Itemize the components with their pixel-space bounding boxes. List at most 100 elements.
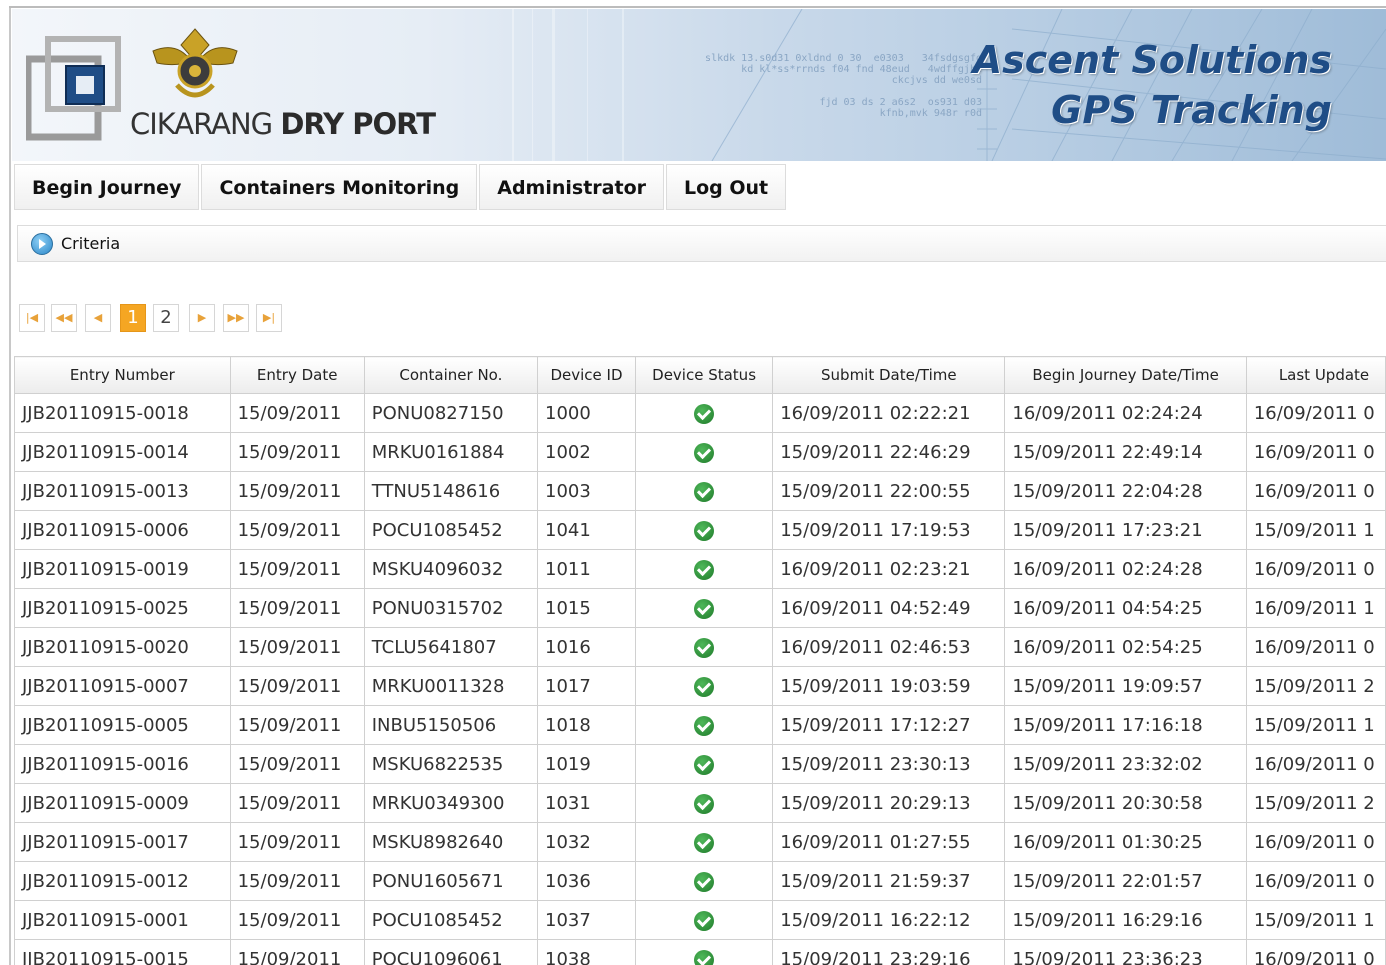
table-row[interactable]: JJB20110915-0005 15/09/2011 INBU5150506 101… — [14, 705, 1386, 745]
cell-container-no: MRKU0011328 — [363, 666, 539, 706]
check-circle-icon — [694, 949, 715, 965]
cell-last-update: 16/09/2011 0 — [1245, 744, 1386, 784]
cell-last-update: 16/09/2011 0 — [1245, 861, 1386, 901]
nav-log-out[interactable]: Log Out — [666, 164, 787, 210]
cell-entry-date: 15/09/2011 — [229, 822, 365, 862]
col-entry-date[interactable]: Entry Date — [229, 356, 365, 394]
cell-begin-journey-datetime: 15/09/2011 17:16:18 — [1004, 705, 1247, 745]
cell-device-status — [634, 822, 774, 862]
nav-administrator[interactable]: Administrator — [479, 164, 664, 210]
table-row[interactable]: JJB20110915-0016 15/09/2011 MSKU6822535 101… — [14, 744, 1386, 784]
cell-submit-datetime: 16/09/2011 04:52:49 — [772, 588, 1006, 628]
cell-begin-journey-datetime: 15/09/2011 19:09:57 — [1004, 666, 1247, 706]
cell-device-status — [634, 705, 774, 745]
col-begin-journey-datetime[interactable]: Begin Journey Date/Time — [1004, 356, 1247, 394]
cell-device-id: 1015 — [537, 588, 636, 628]
check-circle-icon — [694, 871, 715, 892]
cell-submit-datetime: 16/09/2011 02:23:21 — [772, 549, 1006, 589]
page-2-button[interactable]: 2 — [153, 304, 179, 332]
cell-device-id: 1011 — [537, 549, 636, 589]
cell-submit-datetime: 16/09/2011 02:46:53 — [772, 627, 1006, 667]
table-row[interactable]: JJB20110915-0019 15/09/2011 MSKU4096032 101… — [14, 549, 1386, 589]
next-page-button[interactable]: ▶ — [189, 304, 215, 332]
cell-device-status — [634, 744, 774, 784]
cell-container-no: PONU0827150 — [363, 393, 539, 433]
cell-begin-journey-datetime: 16/09/2011 02:24:24 — [1004, 393, 1247, 433]
cell-submit-datetime: 15/09/2011 16:22:12 — [772, 900, 1006, 940]
table-row[interactable]: JJB20110915-0015 15/09/2011 POCU1096061 103… — [14, 939, 1386, 965]
cell-device-id: 1017 — [537, 666, 636, 706]
cell-device-id: 1016 — [537, 627, 636, 667]
header-banner: slkdk 13.s0d31 0xldnd 0 30 e0303 34fsdgs… — [12, 9, 1386, 161]
cell-entry-number: JJB20110915-0017 — [14, 822, 231, 862]
table-row[interactable]: JJB20110915-0009 15/09/2011 MRKU0349300 103… — [14, 783, 1386, 823]
col-device-id[interactable]: Device ID — [537, 356, 636, 394]
brand-name-bold: DRY PORT — [280, 107, 436, 141]
cell-submit-datetime: 15/09/2011 17:12:27 — [772, 705, 1006, 745]
cell-submit-datetime: 15/09/2011 21:59:37 — [772, 861, 1006, 901]
cell-begin-journey-datetime: 16/09/2011 04:54:25 — [1004, 588, 1247, 628]
nav-begin-journey[interactable]: Begin Journey — [14, 164, 200, 210]
check-circle-icon — [694, 754, 715, 775]
cell-container-no: MSKU6822535 — [363, 744, 539, 784]
cell-entry-number: JJB20110915-0007 — [14, 666, 231, 706]
cell-device-status — [634, 471, 774, 511]
col-submit-datetime[interactable]: Submit Date/Time — [772, 356, 1006, 394]
cell-container-no: PONU0315702 — [363, 588, 539, 628]
cell-entry-number: JJB20110915-0006 — [14, 510, 231, 550]
cell-begin-journey-datetime: 15/09/2011 20:30:58 — [1004, 783, 1247, 823]
cell-entry-date: 15/09/2011 — [229, 939, 365, 965]
cell-entry-date: 15/09/2011 — [229, 588, 365, 628]
col-entry-number[interactable]: Entry Number — [14, 356, 231, 394]
cell-device-status — [634, 939, 774, 965]
col-last-update[interactable]: Last Update — [1245, 356, 1386, 394]
table-row[interactable]: JJB20110915-0020 15/09/2011 TCLU5641807 101… — [14, 627, 1386, 667]
prev-page-button[interactable]: ◀ — [85, 304, 111, 332]
company-title: Ascent Solutions GPS Tracking — [973, 35, 1332, 135]
brand-name: CIKARANG DRY PORT — [130, 107, 436, 141]
check-circle-icon — [694, 598, 715, 619]
cell-device-status — [634, 588, 774, 628]
nav-containers-monitoring[interactable]: Containers Monitoring — [201, 164, 478, 210]
table-row[interactable]: JJB20110915-0017 15/09/2011 MSKU8982640 103… — [14, 822, 1386, 862]
prev-group-button[interactable]: ◀◀ — [51, 304, 77, 332]
table-row[interactable]: JJB20110915-0018 15/09/2011 PONU0827150 100… — [14, 393, 1386, 433]
logo-square-icon — [26, 36, 121, 141]
check-circle-icon — [694, 715, 715, 736]
cell-entry-number: JJB20110915-0012 — [14, 861, 231, 901]
cell-entry-number: JJB20110915-0020 — [14, 627, 231, 667]
cell-begin-journey-datetime: 15/09/2011 22:04:28 — [1004, 471, 1247, 511]
table-row[interactable]: JJB20110915-0025 15/09/2011 PONU0315702 101… — [14, 588, 1386, 628]
first-page-button[interactable]: |◀ — [19, 304, 45, 332]
criteria-label: Criteria — [61, 234, 121, 253]
table-row[interactable]: JJB20110915-0001 15/09/2011 POCU1085452 103… — [14, 900, 1386, 940]
criteria-panel[interactable]: Criteria — [17, 225, 1386, 262]
page-1-button[interactable]: 1 — [120, 304, 146, 332]
table-row[interactable]: JJB20110915-0014 15/09/2011 MRKU0161884 100… — [14, 432, 1386, 472]
cell-device-id: 1032 — [537, 822, 636, 862]
cell-device-status — [634, 666, 774, 706]
cell-entry-date: 15/09/2011 — [229, 900, 365, 940]
last-page-button[interactable]: ▶| — [256, 304, 282, 332]
cell-device-status — [634, 432, 774, 472]
cell-device-id: 1037 — [537, 900, 636, 940]
table-row[interactable]: JJB20110915-0013 15/09/2011 TTNU5148616 100… — [14, 471, 1386, 511]
next-group-button[interactable]: ▶▶ — [223, 304, 249, 332]
table-row[interactable]: JJB20110915-0007 15/09/2011 MRKU0011328 101… — [14, 666, 1386, 706]
cell-entry-number: JJB20110915-0025 — [14, 588, 231, 628]
company-title-line2: GPS Tracking — [1051, 88, 1332, 132]
main-nav: Begin Journey Containers Monitoring Admi… — [14, 164, 788, 210]
col-device-status[interactable]: Device Status — [634, 356, 774, 394]
cell-entry-number: JJB20110915-0016 — [14, 744, 231, 784]
table-row[interactable]: JJB20110915-0012 15/09/2011 PONU1605671 103… — [14, 861, 1386, 901]
cell-submit-datetime: 15/09/2011 23:30:13 — [772, 744, 1006, 784]
table-row[interactable]: JJB20110915-0006 15/09/2011 POCU1085452 104… — [14, 510, 1386, 550]
crest-emblem-icon — [152, 28, 238, 98]
cell-entry-date: 15/09/2011 — [229, 705, 365, 745]
col-container-no[interactable]: Container No. — [363, 356, 539, 394]
cell-device-status — [634, 861, 774, 901]
cell-last-update: 16/09/2011 0 — [1245, 939, 1386, 965]
play-circle-icon[interactable] — [31, 233, 53, 255]
check-circle-icon — [694, 910, 715, 931]
cell-entry-date: 15/09/2011 — [229, 510, 365, 550]
